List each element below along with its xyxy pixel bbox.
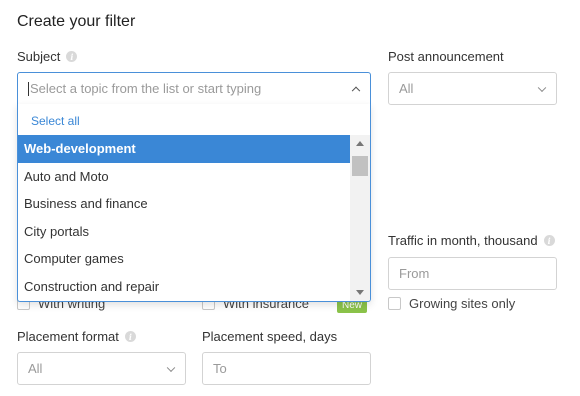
chevron-up-icon[interactable] <box>351 86 361 95</box>
subject-select[interactable]: Select a topic from the list or start ty… <box>17 72 371 105</box>
dropdown-scrollbar[interactable] <box>350 135 370 301</box>
checkbox-icon[interactable] <box>388 297 401 310</box>
subject-dropdown: Select all Web-development Auto and Moto… <box>17 104 371 302</box>
placement-speed-input[interactable]: To <box>202 352 371 385</box>
subject-option[interactable]: Web-development <box>18 135 350 163</box>
subject-label-text: Subject <box>17 49 61 64</box>
scrollbar-thumb[interactable] <box>352 156 368 176</box>
subject-label: Subject i <box>17 49 78 64</box>
text-cursor <box>28 81 29 96</box>
placement-format-label: Placement format i <box>17 329 136 344</box>
subject-option[interactable]: Auto and Moto <box>18 163 350 191</box>
placement-format-select[interactable]: All <box>17 352 186 385</box>
placement-format-value: All <box>28 361 43 376</box>
traffic-label-text: Traffic in month, thousand <box>388 233 538 248</box>
traffic-from-input[interactable]: From <box>388 257 557 290</box>
subject-placeholder: Select a topic from the list or start ty… <box>30 81 262 96</box>
subject-option[interactable]: City portals <box>18 218 350 246</box>
placement-speed-label: Placement speed, days <box>202 329 338 344</box>
info-icon[interactable]: i <box>124 331 136 342</box>
chevron-down-icon <box>537 83 547 92</box>
growing-sites-label: Growing sites only <box>409 296 516 311</box>
chevron-down-icon <box>166 363 176 372</box>
select-all-link[interactable]: Select all <box>31 114 80 128</box>
subject-option[interactable]: Business and finance <box>18 190 350 218</box>
subject-option[interactable]: Computer games <box>18 245 350 273</box>
growing-sites-checkbox[interactable]: Growing sites only <box>388 296 515 311</box>
post-announcement-label: Post announcement <box>388 49 504 64</box>
subject-option[interactable]: Construction and repair <box>18 273 350 301</box>
post-announcement-select[interactable]: All <box>388 72 557 105</box>
placement-format-label-text: Placement format <box>17 329 119 344</box>
subject-option-list: Web-development Auto and Moto Business a… <box>18 135 350 300</box>
placement-speed-placeholder: To <box>213 361 227 376</box>
traffic-from-placeholder: From <box>399 266 430 281</box>
scroll-down-arrow-icon[interactable] <box>356 290 364 295</box>
scroll-up-arrow-icon[interactable] <box>356 141 364 146</box>
page-title: Create your filter <box>17 13 136 30</box>
info-icon[interactable]: i <box>543 235 555 246</box>
traffic-label: Traffic in month, thousand i <box>388 233 555 248</box>
info-icon[interactable]: i <box>66 51 78 62</box>
post-announcement-value: All <box>399 81 414 96</box>
